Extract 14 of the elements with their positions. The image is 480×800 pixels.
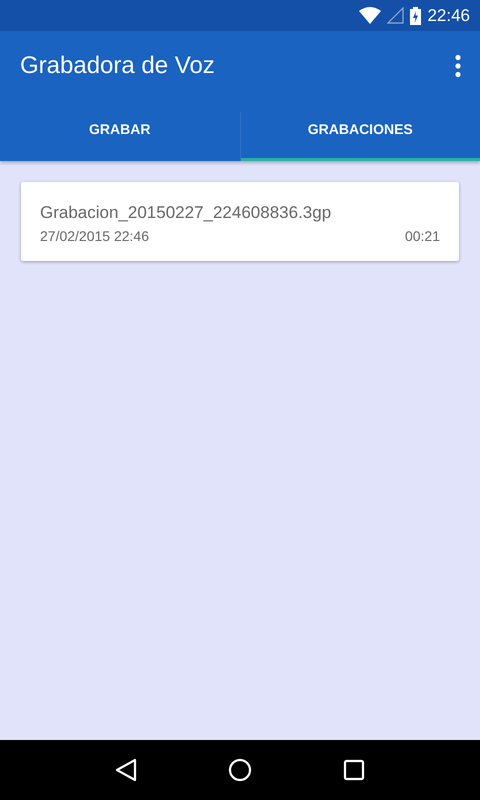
battery-charging-icon — [410, 6, 422, 24]
tab[interactable]: GRABACIONES — [240, 100, 480, 161]
app-title: Grabadora de Voz — [20, 52, 216, 80]
recording-card[interactable]: Grabacion_20150227_224608836.3gp 27/02/2015 22:46 00:21 — [21, 182, 459, 261]
recording-duration: 00:21 — [404, 228, 440, 244]
status-time: 22:46 — [427, 6, 470, 26]
recents-icon[interactable] — [342, 759, 365, 781]
recording-name: Grabacion_20150227_224608836.3gp — [40, 203, 332, 223]
signal-icon — [387, 7, 404, 24]
back-icon[interactable] — [115, 758, 138, 782]
home-icon[interactable] — [228, 758, 252, 782]
wifi-icon — [359, 7, 382, 24]
tab[interactable]: GRABAR — [0, 100, 240, 161]
recording-date: 27/02/2015 22:46 — [40, 228, 149, 244]
